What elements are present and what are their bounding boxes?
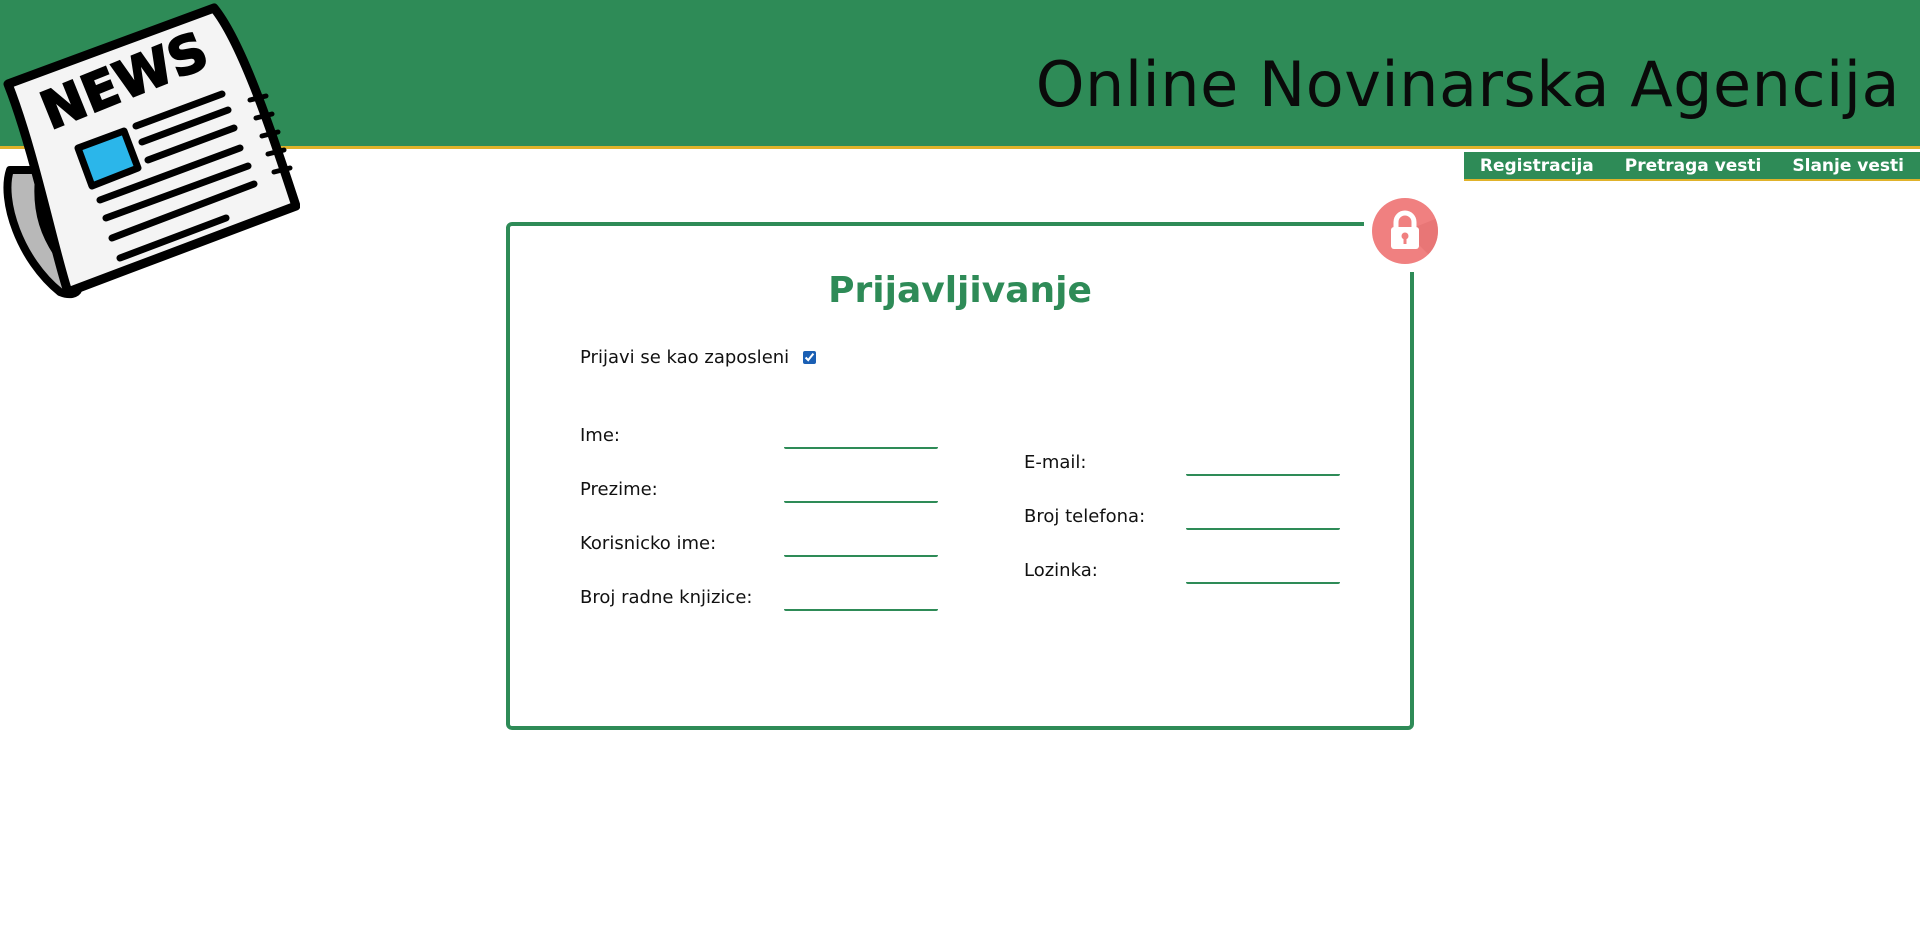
nav-link-pretraga-vesti[interactable]: Pretraga vesti — [1625, 156, 1762, 176]
nav-link-registracija[interactable]: Registracija — [1480, 156, 1594, 176]
employee-checkbox[interactable] — [803, 351, 817, 364]
site-title: Online Novinarska Agencija — [1035, 48, 1900, 121]
phone-label: Broj telefona: — [1024, 506, 1146, 527]
employee-checkbox-label: Prijavi se kao zaposleni — [580, 347, 790, 368]
username-input[interactable] — [784, 535, 938, 557]
nav-link-slanje-vesti[interactable]: Slanje vesti — [1792, 156, 1904, 176]
last-name-label: Prezime: — [580, 479, 658, 500]
form-title: Prijavljivanje — [828, 270, 1092, 311]
phone-input[interactable] — [1186, 508, 1340, 530]
first-name-label: Ime: — [580, 425, 620, 446]
newspaper-icon: NEWS — [3, 3, 300, 298]
employee-login-option[interactable]: Prijavi se kao zaposleni — [580, 347, 817, 368]
work-book-number-label: Broj radne knjizice: — [580, 587, 753, 608]
password-label: Lozinka: — [1024, 560, 1098, 581]
main-nav: Registracija Pretraga vesti Slanje vesti — [1463, 152, 1920, 181]
email-input[interactable] — [1186, 454, 1340, 476]
email-label: E-mail: — [1024, 452, 1087, 473]
username-label: Korisnicko ime: — [580, 533, 717, 554]
work-book-number-input[interactable] — [784, 589, 938, 611]
lock-icon — [1372, 198, 1438, 264]
last-name-input[interactable] — [784, 481, 938, 503]
first-name-input[interactable] — [784, 427, 938, 449]
password-input[interactable] — [1186, 562, 1340, 584]
